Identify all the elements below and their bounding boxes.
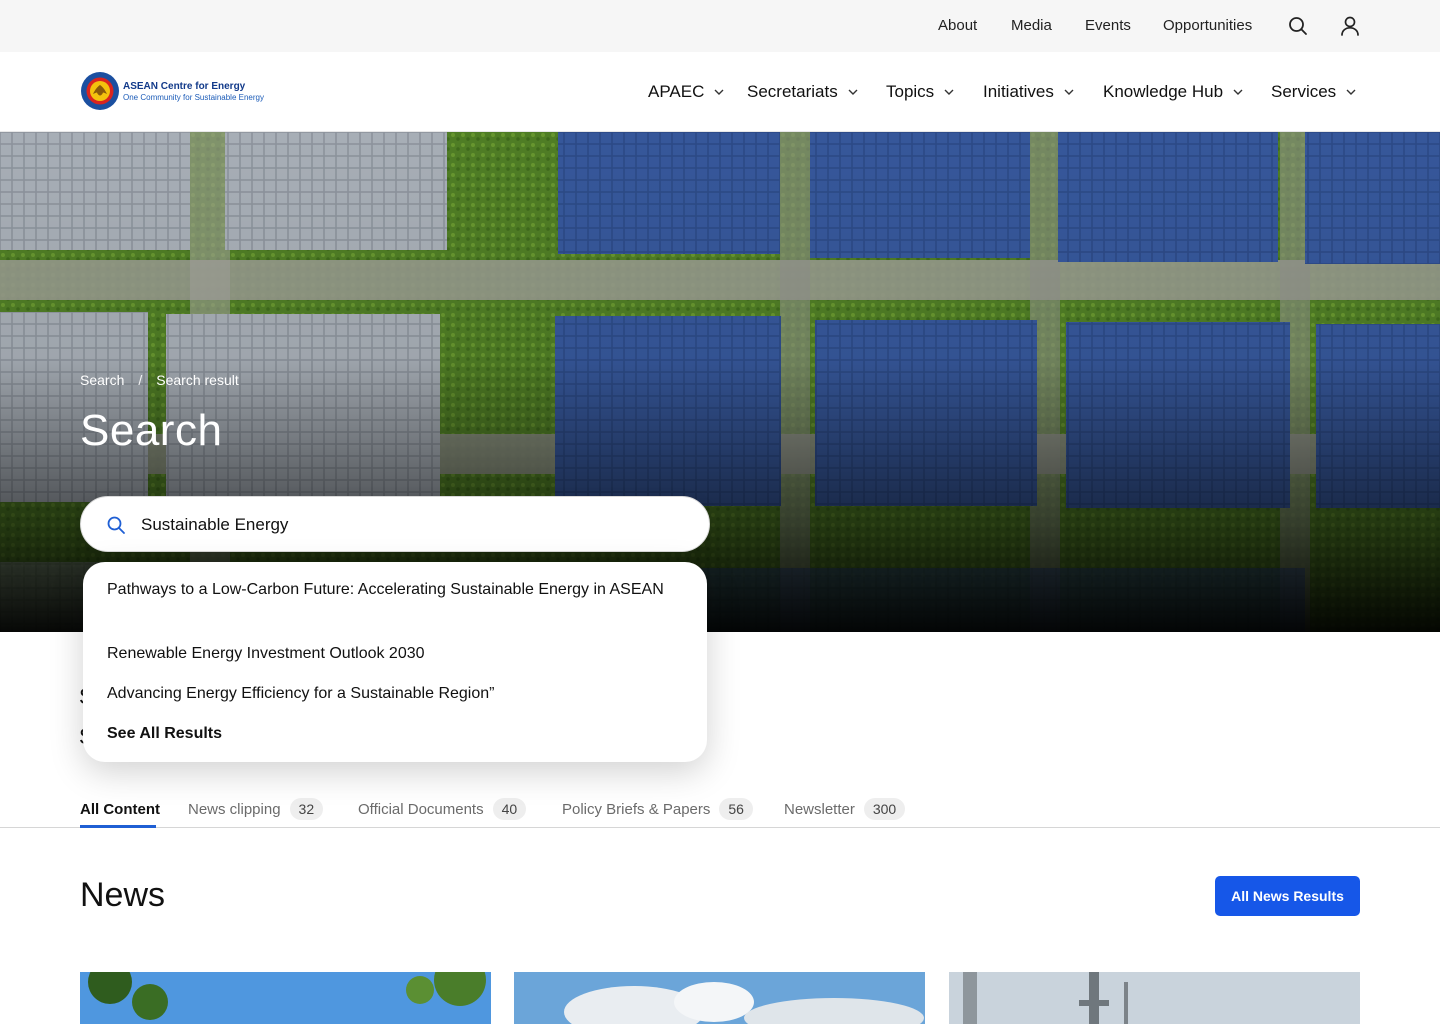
main-navigation: ASEAN Centre for Energy One Community fo… bbox=[0, 52, 1440, 132]
news-card-image[interactable] bbox=[514, 972, 925, 1024]
nav-initiatives[interactable]: Initiatives bbox=[983, 82, 1075, 102]
search-bar bbox=[80, 496, 710, 552]
news-image-clouds bbox=[514, 972, 925, 1024]
nav-knowledge-hub[interactable]: Knowledge Hub bbox=[1103, 82, 1244, 102]
search-suggestions-dropdown: Pathways to a Low-Carbon Future: Acceler… bbox=[83, 562, 707, 762]
breadcrumb-current: Search result bbox=[156, 372, 239, 388]
breadcrumb: Search / Search result bbox=[80, 372, 239, 388]
nav-apaec[interactable]: APAEC bbox=[648, 82, 725, 102]
tab-label: Newsletter bbox=[784, 800, 855, 818]
nav-label: Knowledge Hub bbox=[1103, 82, 1224, 101]
tab-count-badge: 32 bbox=[289, 798, 324, 820]
nav-topics[interactable]: Topics bbox=[886, 82, 955, 102]
logo-title: ASEAN Centre for Energy bbox=[123, 81, 246, 92]
tab-label: Policy Briefs & Papers bbox=[562, 800, 711, 818]
hero-banner: Search / Search result Search bbox=[0, 132, 1440, 632]
news-section-title: News bbox=[80, 876, 166, 914]
tab-count-badge: 56 bbox=[719, 798, 753, 820]
chevron-down-icon bbox=[1233, 89, 1243, 95]
chevron-down-icon bbox=[1346, 89, 1356, 95]
see-all-results-link[interactable]: See All Results bbox=[107, 722, 667, 746]
tab-label: Official Documents bbox=[358, 800, 484, 818]
page-title: Search bbox=[80, 406, 223, 455]
news-image-trees bbox=[80, 972, 491, 1024]
about-link[interactable]: About bbox=[938, 17, 977, 34]
breadcrumb-separator: / bbox=[138, 372, 143, 388]
search-icon[interactable] bbox=[1286, 14, 1310, 38]
ace-logo-emblem bbox=[81, 72, 119, 110]
tab-policy-briefs[interactable]: Policy Briefs & Papers 56 bbox=[562, 798, 753, 820]
chevron-down-icon bbox=[848, 89, 858, 95]
utility-bar: About Media Events Opportunities bbox=[0, 0, 1440, 52]
suggestion-item[interactable]: Pathways to a Low-Carbon Future: Acceler… bbox=[107, 578, 667, 602]
search-icon bbox=[107, 516, 125, 534]
chevron-down-icon bbox=[714, 89, 724, 95]
result-tabs: All Content News clipping 32 Official Do… bbox=[0, 790, 1440, 828]
logo-subtitle: One Community for Sustainable Energy bbox=[123, 93, 264, 102]
media-link[interactable]: Media bbox=[1011, 17, 1052, 34]
tab-news-clipping[interactable]: News clipping 32 bbox=[188, 798, 324, 820]
active-tab-indicator bbox=[80, 825, 156, 828]
news-card-image[interactable] bbox=[80, 972, 491, 1024]
all-news-results-button[interactable]: All News Results bbox=[1215, 876, 1360, 916]
events-link[interactable]: Events bbox=[1085, 17, 1131, 34]
tab-label: All Content bbox=[80, 800, 160, 818]
tab-label: News clipping bbox=[188, 800, 281, 818]
chevron-down-icon bbox=[1064, 89, 1074, 95]
tab-newsletter[interactable]: Newsletter 300 bbox=[784, 798, 906, 820]
nav-label: Topics bbox=[886, 82, 935, 101]
ace-logo[interactable]: ASEAN Centre for Energy One Community fo… bbox=[80, 71, 264, 113]
nav-label: APAEC bbox=[648, 82, 705, 101]
nav-secretariats[interactable]: Secretariats bbox=[747, 82, 859, 102]
nav-label: Secretariats bbox=[747, 82, 838, 101]
opportunities-link[interactable]: Opportunities bbox=[1163, 17, 1252, 34]
suggestion-item[interactable]: Advancing Energy Efficiency for a Sustai… bbox=[107, 682, 667, 706]
tab-count-badge: 300 bbox=[863, 798, 906, 820]
suggestion-item[interactable]: Renewable Energy Investment Outlook 2030 bbox=[107, 642, 667, 666]
nav-label: Services bbox=[1271, 82, 1337, 101]
breadcrumb-search-link[interactable]: Search bbox=[80, 372, 124, 388]
tab-count-badge: 40 bbox=[492, 798, 527, 820]
search-input[interactable] bbox=[141, 509, 681, 541]
tab-all-content[interactable]: All Content bbox=[80, 798, 160, 820]
news-card-image[interactable] bbox=[949, 972, 1360, 1024]
user-icon[interactable] bbox=[1338, 14, 1362, 38]
nav-label: Initiatives bbox=[983, 82, 1054, 101]
news-image-power-plant bbox=[949, 972, 1360, 1024]
nav-services[interactable]: Services bbox=[1271, 82, 1357, 102]
tab-official-documents[interactable]: Official Documents 40 bbox=[358, 798, 527, 820]
chevron-down-icon bbox=[944, 89, 954, 95]
